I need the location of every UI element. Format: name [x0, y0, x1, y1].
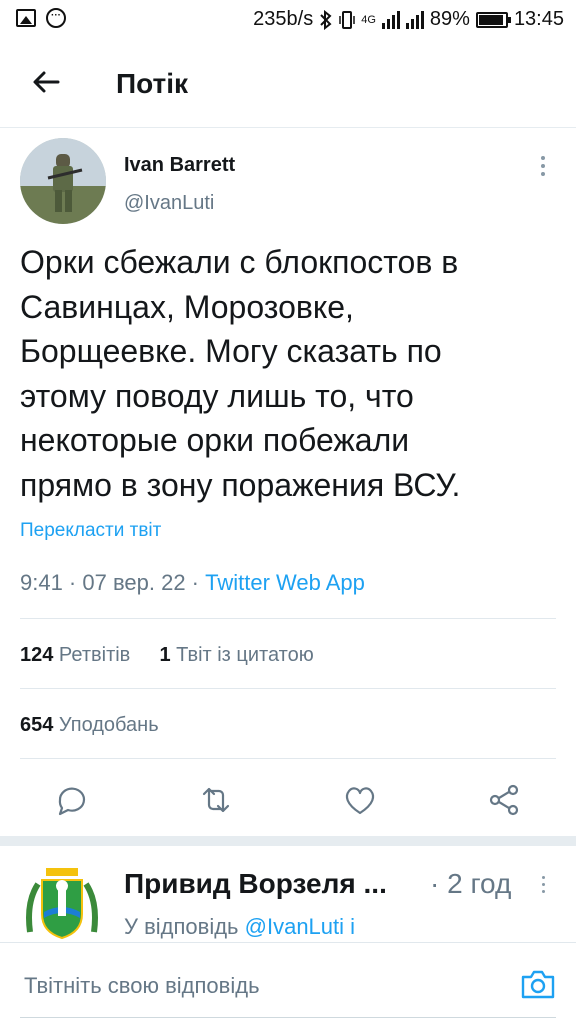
page-title: Потік: [116, 68, 189, 99]
likes-label: Уподобань: [53, 714, 159, 736]
action-bar: [0, 778, 576, 822]
reply-icon[interactable]: [52, 780, 92, 820]
divider: [20, 688, 556, 689]
likes-count: 654: [20, 714, 54, 736]
reply-composer[interactable]: Твітніть свою відповідь: [0, 942, 576, 1024]
composer-underline: [20, 1017, 556, 1018]
vibrate-icon: [339, 10, 355, 29]
share-icon[interactable]: [484, 780, 524, 820]
avatar[interactable]: [20, 138, 106, 224]
retweets-count: 124: [20, 644, 54, 666]
retweet-stats[interactable]: 124 Ретвітів 1 Твіт із цитатою: [20, 644, 314, 667]
battery-percent: 89%: [429, 8, 470, 30]
reply-avatar-coat-of-arms-icon[interactable]: [24, 862, 100, 942]
more-options-icon[interactable]: [536, 156, 550, 180]
tweet-meta: 9:41 · 07 вер. 22 · Twitter Web App: [20, 570, 365, 596]
reply-to-prefix: У відповідь: [124, 914, 245, 939]
arrow-left-icon[interactable]: [28, 64, 64, 100]
reply-author-name[interactable]: Привид Ворзеля ...: [124, 868, 387, 900]
author-handle[interactable]: @IvanLuti: [124, 192, 214, 215]
divider: [20, 618, 556, 619]
reply-to-link[interactable]: @IvanLuti і: [245, 914, 355, 939]
quotes-label: Твіт із цитатою: [170, 644, 314, 666]
likes-stats[interactable]: 654 Уподобань: [20, 714, 159, 737]
tweet-text: Орки сбежали с блокпостов в Савинцах, Мо…: [20, 244, 461, 503]
bluetooth-icon: [320, 9, 332, 30]
status-bar: ··· 235b/s 4G 89% 13:45: [0, 0, 576, 40]
image-icon: [16, 9, 36, 27]
tweet-timestamp: 9:41 · 07 вер. 22 ·: [20, 570, 206, 595]
reply-timestamp: · 2 год: [430, 868, 512, 899]
reply-more-options-icon[interactable]: [538, 876, 548, 900]
author-name[interactable]: Ivan Barrett: [124, 154, 235, 177]
quotes-count: 1: [159, 644, 171, 666]
reply-context: У відповідь @IvanLuti і: [124, 914, 355, 940]
network-speed: 235b/s: [253, 8, 314, 30]
camera-icon[interactable]: [520, 967, 556, 1001]
top-app-bar: Потік: [0, 40, 576, 128]
reply-input[interactable]: Твітніть свою відповідь: [24, 973, 260, 999]
divider: [20, 758, 556, 759]
retweets-label: Ретвітів: [53, 644, 131, 666]
network-type: 4G: [361, 13, 376, 26]
heart-icon[interactable]: [340, 780, 380, 820]
avatar-image: [20, 138, 106, 224]
translate-link[interactable]: Перекласти твіт: [20, 520, 161, 542]
clock: 13:45: [513, 8, 564, 30]
source-app-link[interactable]: Twitter Web App: [205, 570, 365, 595]
battery-icon: [475, 11, 511, 28]
signal-icon: [381, 10, 400, 29]
retweet-icon[interactable]: [196, 780, 236, 820]
chat-dots-icon: ···: [46, 8, 66, 28]
signal-icon-2: [405, 10, 424, 29]
section-separator: [0, 836, 576, 846]
